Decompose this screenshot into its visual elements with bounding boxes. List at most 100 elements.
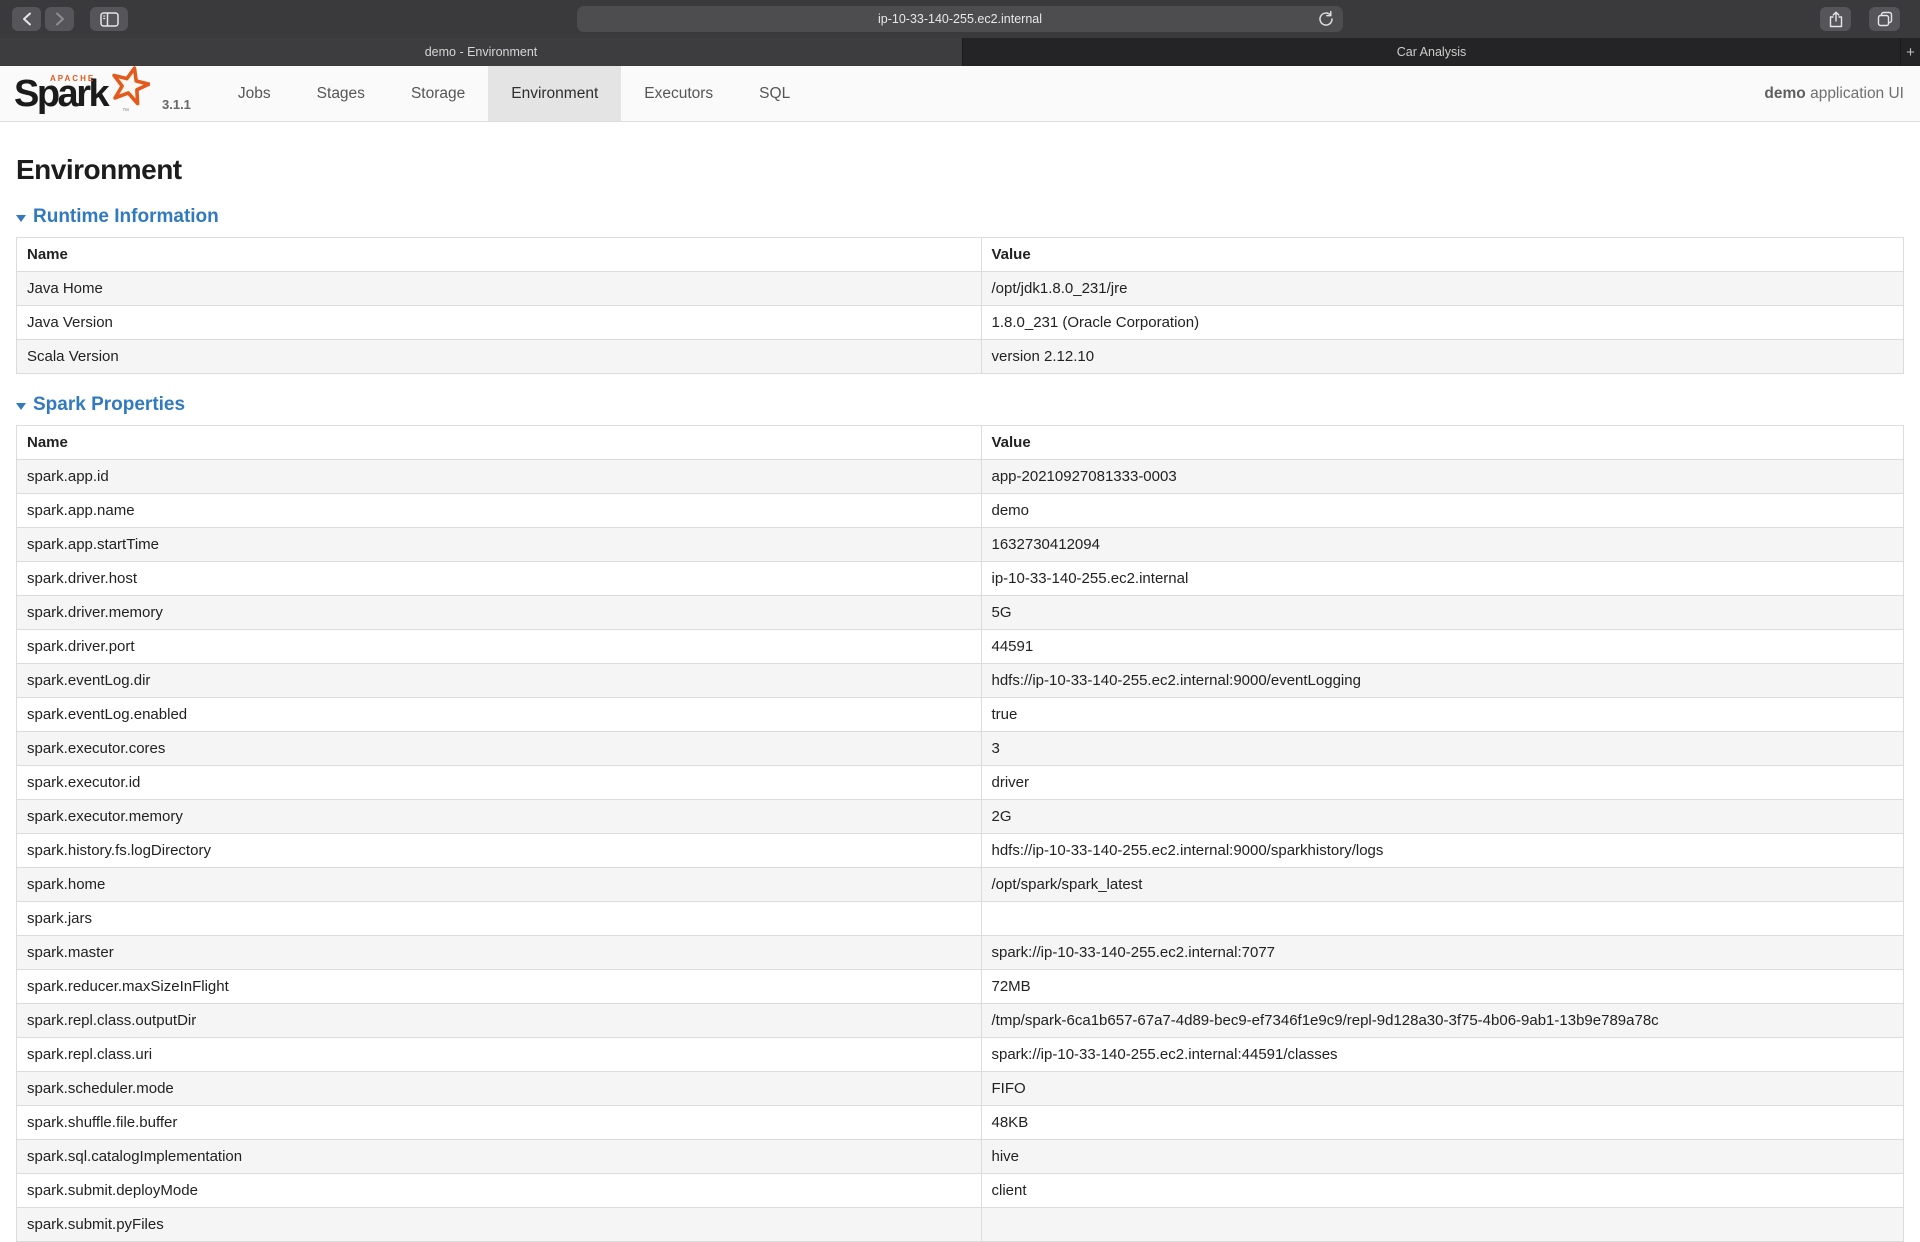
property-value-cell: 48KB bbox=[981, 1106, 1904, 1140]
table-row: spark.submit.pyFiles bbox=[17, 1208, 1904, 1242]
nav-item-jobs[interactable]: Jobs bbox=[215, 66, 294, 121]
property-value-cell: /opt/jdk1.8.0_231/jre bbox=[981, 272, 1904, 306]
nav-item-environment[interactable]: Environment bbox=[488, 66, 621, 121]
table-row: spark.repl.class.urispark://ip-10-33-140… bbox=[17, 1038, 1904, 1072]
spark-version: 3.1.1 bbox=[162, 97, 191, 112]
reload-button[interactable] bbox=[1317, 10, 1335, 28]
chevron-left-icon bbox=[22, 12, 32, 26]
property-value-cell: demo bbox=[981, 494, 1904, 528]
property-value-cell: spark://ip-10-33-140-255.ec2.internal:44… bbox=[981, 1038, 1904, 1072]
property-name-cell: spark.driver.memory bbox=[17, 596, 982, 630]
table-row: spark.masterspark://ip-10-33-140-255.ec2… bbox=[17, 936, 1904, 970]
property-value-cell bbox=[981, 1208, 1904, 1242]
table-row: spark.shuffle.file.buffer48KB bbox=[17, 1106, 1904, 1140]
property-name-cell: Java Home bbox=[17, 272, 982, 306]
table-row: spark.scheduler.modeFIFO bbox=[17, 1072, 1904, 1106]
table-row: Scala Versionversion 2.12.10 bbox=[17, 340, 1904, 374]
application-ui-label: demo application UI bbox=[1764, 85, 1904, 103]
property-value-cell bbox=[981, 902, 1904, 936]
column-header-value: Value bbox=[981, 238, 1904, 272]
nav-item-storage[interactable]: Storage bbox=[388, 66, 488, 121]
property-name-cell: spark.reducer.maxSizeInFlight bbox=[17, 970, 982, 1004]
property-name-cell: Java Version bbox=[17, 306, 982, 340]
property-name-cell: spark.driver.host bbox=[17, 562, 982, 596]
table-header-row: NameValue bbox=[17, 238, 1904, 272]
nav-items: JobsStagesStorageEnvironmentExecutorsSQL bbox=[215, 66, 813, 121]
table-row: spark.reducer.maxSizeInFlight72MB bbox=[17, 970, 1904, 1004]
application-name: demo bbox=[1764, 85, 1805, 102]
table-row: spark.eventLog.dirhdfs://ip-10-33-140-25… bbox=[17, 664, 1904, 698]
property-name-cell: spark.eventLog.dir bbox=[17, 664, 982, 698]
property-name-cell: spark.executor.memory bbox=[17, 800, 982, 834]
property-value-cell: true bbox=[981, 698, 1904, 732]
column-header-name: Name bbox=[17, 426, 982, 460]
tab-overview-button[interactable] bbox=[1869, 7, 1900, 31]
property-value-cell: hive bbox=[981, 1140, 1904, 1174]
page-content: Environment Runtime InformationNameValue… bbox=[0, 154, 1920, 1242]
property-name-cell: spark.repl.class.uri bbox=[17, 1038, 982, 1072]
table-row: spark.executor.iddriver bbox=[17, 766, 1904, 800]
browser-toolbar: ip-10-33-140-255.ec2.internal bbox=[0, 0, 1920, 38]
property-value-cell: 44591 bbox=[981, 630, 1904, 664]
new-tab-button[interactable]: + bbox=[1900, 38, 1920, 66]
sections-container: Runtime InformationNameValueJava Home/op… bbox=[16, 206, 1904, 1242]
spark-star-icon bbox=[110, 66, 150, 106]
table-row: spark.sql.catalogImplementationhive bbox=[17, 1140, 1904, 1174]
table-row: spark.jars bbox=[17, 902, 1904, 936]
sidebar-icon bbox=[100, 12, 119, 27]
share-button[interactable] bbox=[1820, 7, 1851, 31]
property-name-cell: spark.eventLog.enabled bbox=[17, 698, 982, 732]
property-name-cell: spark.driver.port bbox=[17, 630, 982, 664]
url-text: ip-10-33-140-255.ec2.internal bbox=[878, 12, 1042, 26]
nav-item-stages[interactable]: Stages bbox=[294, 66, 388, 121]
section-heading-label: Spark Properties bbox=[33, 394, 185, 416]
property-name-cell: spark.home bbox=[17, 868, 982, 902]
table-row: spark.driver.hostip-10-33-140-255.ec2.in… bbox=[17, 562, 1904, 596]
property-value-cell: spark://ip-10-33-140-255.ec2.internal:70… bbox=[981, 936, 1904, 970]
application-ui-suffix: application UI bbox=[1806, 85, 1904, 102]
nav-item-sql[interactable]: SQL bbox=[736, 66, 813, 121]
property-value-cell: 1632730412094 bbox=[981, 528, 1904, 562]
browser-tab[interactable]: Car Analysis bbox=[962, 38, 1900, 66]
browser-tab[interactable]: demo - Environment bbox=[0, 38, 962, 66]
spark-navbar: Spark APACHE ™ 3.1.1 JobsStagesStorageEn… bbox=[0, 66, 1920, 122]
section-heading-runtime-information[interactable]: Runtime Information bbox=[16, 206, 219, 228]
table-row: spark.executor.cores3 bbox=[17, 732, 1904, 766]
property-name-cell: spark.scheduler.mode bbox=[17, 1072, 982, 1106]
table-row: spark.repl.class.outputDir/tmp/spark-6ca… bbox=[17, 1004, 1904, 1038]
table-row: spark.history.fs.logDirectoryhdfs://ip-1… bbox=[17, 834, 1904, 868]
property-name-cell: spark.app.id bbox=[17, 460, 982, 494]
share-icon bbox=[1829, 11, 1843, 28]
nav-item-executors[interactable]: Executors bbox=[621, 66, 736, 121]
property-name-cell: spark.sql.catalogImplementation bbox=[17, 1140, 982, 1174]
property-name-cell: spark.jars bbox=[17, 902, 982, 936]
collapse-caret-icon bbox=[16, 215, 26, 222]
property-name-cell: spark.master bbox=[17, 936, 982, 970]
property-name-cell: spark.app.startTime bbox=[17, 528, 982, 562]
table-row: spark.app.startTime1632730412094 bbox=[17, 528, 1904, 562]
table-spark-properties: NameValuespark.app.idapp-20210927081333-… bbox=[16, 425, 1904, 1242]
property-value-cell: version 2.12.10 bbox=[981, 340, 1904, 374]
table-row: spark.driver.memory5G bbox=[17, 596, 1904, 630]
forward-button[interactable] bbox=[45, 7, 74, 31]
tabs-overview-icon bbox=[1877, 11, 1893, 27]
property-value-cell: /tmp/spark-6ca1b657-67a7-4d89-bec9-ef734… bbox=[981, 1004, 1904, 1038]
property-name-cell: spark.history.fs.logDirectory bbox=[17, 834, 982, 868]
property-value-cell: 72MB bbox=[981, 970, 1904, 1004]
property-value-cell: 2G bbox=[981, 800, 1904, 834]
property-name-cell: spark.shuffle.file.buffer bbox=[17, 1106, 982, 1140]
table-header-row: NameValue bbox=[17, 426, 1904, 460]
property-value-cell: client bbox=[981, 1174, 1904, 1208]
tab-strip: demo - EnvironmentCar Analysis+ bbox=[0, 38, 1920, 66]
back-button[interactable] bbox=[12, 7, 41, 31]
property-name-cell: spark.submit.deployMode bbox=[17, 1174, 982, 1208]
property-value-cell: app-20210927081333-0003 bbox=[981, 460, 1904, 494]
spark-logo[interactable]: Spark APACHE ™ bbox=[14, 66, 154, 121]
table-runtime-information: NameValueJava Home/opt/jdk1.8.0_231/jreJ… bbox=[16, 237, 1904, 374]
url-bar[interactable]: ip-10-33-140-255.ec2.internal bbox=[577, 6, 1343, 32]
property-value-cell: 1.8.0_231 (Oracle Corporation) bbox=[981, 306, 1904, 340]
sidebar-toggle-button[interactable] bbox=[90, 7, 128, 31]
property-name-cell: spark.app.name bbox=[17, 494, 982, 528]
column-header-name: Name bbox=[17, 238, 982, 272]
section-heading-spark-properties[interactable]: Spark Properties bbox=[16, 394, 185, 416]
